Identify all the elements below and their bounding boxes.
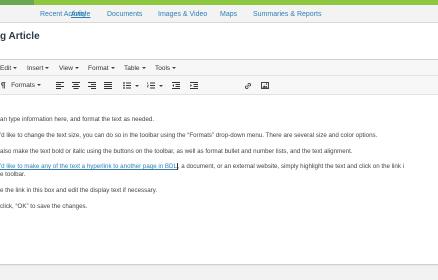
tab-maps[interactable]: Maps: [220, 5, 237, 23]
align-right-icon[interactable]: [86, 79, 97, 92]
content-paragraph: 'd like to change the text size, you can…: [0, 132, 378, 139]
numbered-list-icon[interactable]: [145, 79, 157, 92]
rich-text-editor: Edit Insert View Format Table Tools Form…: [0, 59, 438, 265]
chevron-down-icon: [36, 84, 41, 86]
indent-icon[interactable]: [188, 79, 200, 92]
content-paragraph-line: e toolbar.: [0, 171, 26, 178]
menu-view-label: View: [59, 65, 73, 72]
image-icon[interactable]: [259, 79, 271, 92]
editor-menubar: Edit Insert View Format Table Tools: [0, 60, 438, 76]
section-tabs: Recent Activity Article Documents Images…: [0, 5, 438, 23]
link-icon[interactable]: [242, 79, 254, 92]
menu-format-label: Format: [88, 65, 109, 72]
menu-edit[interactable]: Edit: [0, 60, 18, 76]
menu-table-label: Table: [124, 65, 140, 72]
menu-edit-label: Edit: [0, 65, 12, 72]
outdent-icon[interactable]: [170, 79, 182, 92]
editor-toolbar: Formats: [0, 76, 438, 95]
align-left-icon[interactable]: [54, 79, 65, 92]
formats-dropdown[interactable]: Formats: [10, 79, 42, 92]
chevron-down-icon: [45, 66, 50, 69]
menu-view[interactable]: View: [59, 60, 79, 76]
editor-statusbar: [0, 265, 438, 280]
align-justify-icon[interactable]: [102, 79, 113, 92]
bullet-list-icon[interactable]: [121, 79, 133, 92]
formats-label: Formats: [11, 82, 35, 89]
hyperlink-text[interactable]: 'd like to make any of the text a hyperl…: [0, 163, 177, 170]
menu-tools[interactable]: Tools: [155, 60, 177, 76]
menu-format[interactable]: Format: [88, 60, 115, 76]
tab-images-video[interactable]: Images & Video: [158, 5, 207, 23]
menu-table[interactable]: Table: [124, 60, 146, 76]
content-paragraph: an type information here, and format the…: [0, 116, 155, 123]
tab-article[interactable]: Article: [71, 5, 90, 23]
chevron-down-icon: [110, 66, 115, 69]
chevron-down-icon: [135, 84, 139, 87]
chevron-down-icon: [74, 66, 79, 69]
tab-summaries-reports[interactable]: Summaries & Reports: [253, 5, 321, 23]
content-paragraph-with-link: 'd like to make any of the text a hyperl…: [0, 163, 404, 171]
menu-insert[interactable]: Insert: [27, 60, 50, 76]
numbered-list-chevron-down-icon[interactable]: [158, 79, 164, 92]
content-paragraph: click, “OK” to save the changes.: [0, 203, 88, 210]
chevron-down-icon: [13, 66, 18, 69]
chevron-down-icon: [159, 84, 163, 87]
page-title: g Article: [0, 31, 40, 42]
content-paragraph: also make the text bold or italic using …: [0, 148, 353, 155]
menu-tools-label: Tools: [155, 65, 171, 72]
content-paragraph: e the link in this box and edit the disp…: [0, 187, 158, 194]
menu-insert-label: Insert: [27, 65, 44, 72]
editor-content-area[interactable]: an type information here, and format the…: [0, 95, 438, 263]
tab-documents[interactable]: Documents: [107, 5, 142, 23]
bullet-list-chevron-down-icon[interactable]: [134, 79, 140, 92]
paragraph-icon[interactable]: [0, 79, 6, 92]
chevron-down-icon: [172, 66, 177, 69]
align-center-icon[interactable]: [70, 79, 81, 92]
chevron-down-icon: [141, 66, 146, 69]
paragraph-continuation: , a document, or an external website, si…: [177, 163, 405, 171]
